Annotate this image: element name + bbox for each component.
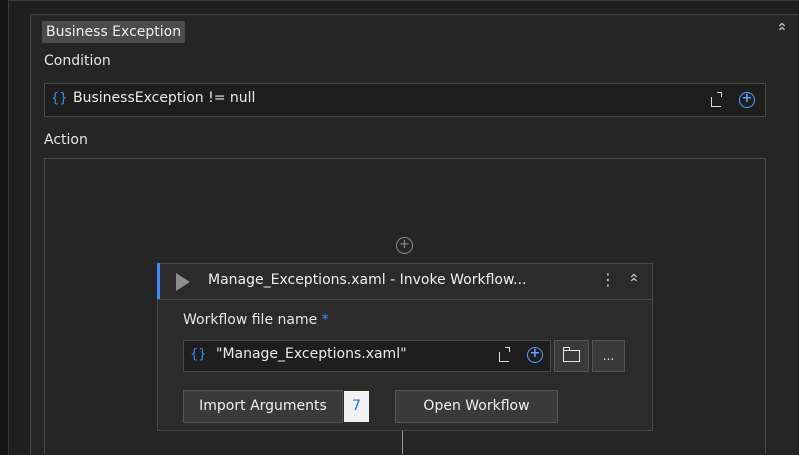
workflow-file-name-label: Workflow file name * [183, 312, 329, 328]
play-icon[interactable] [176, 273, 190, 291]
condition-label: Condition [44, 53, 111, 69]
import-arguments-button[interactable]: Import Arguments [183, 390, 343, 423]
workflow-file-name-value[interactable]: "Manage_Exceptions.xaml" [216, 346, 407, 362]
double-chevron-up-icon[interactable]: ⌃ ⌃ [773, 20, 791, 41]
collapse-card-icon[interactable]: ⌃ ⌃ [628, 272, 640, 292]
card-header-divider [158, 299, 652, 300]
argument-count-badge: 7 [344, 391, 369, 422]
flow-connector-line [402, 431, 403, 454]
condition-value[interactable]: BusinessException != null [73, 90, 255, 106]
action-label: Action [44, 132, 88, 148]
add-activity-icon[interactable]: + [396, 237, 413, 254]
folder-icon [562, 347, 580, 362]
selection-accent-bar [157, 263, 160, 299]
expression-braces-icon: {} [190, 347, 207, 362]
required-marker: * [321, 312, 329, 328]
add-variable-icon[interactable]: + [527, 347, 543, 363]
kebab-menu-icon[interactable]: ⋮ [600, 270, 616, 289]
expand-editor-icon[interactable] [711, 92, 722, 107]
more-options-button[interactable]: ... [592, 340, 625, 372]
expression-braces-icon: {} [51, 91, 68, 106]
invoke-workflow-title[interactable]: Manage_Exceptions.xaml - Invoke Workflow… [208, 272, 526, 288]
open-workflow-button[interactable]: Open Workflow [395, 390, 558, 423]
browse-folder-button[interactable] [554, 340, 589, 372]
add-variable-icon[interactable]: + [739, 92, 755, 108]
expand-editor-icon[interactable] [499, 347, 510, 362]
sequence-title[interactable]: Business Exception [42, 21, 186, 43]
